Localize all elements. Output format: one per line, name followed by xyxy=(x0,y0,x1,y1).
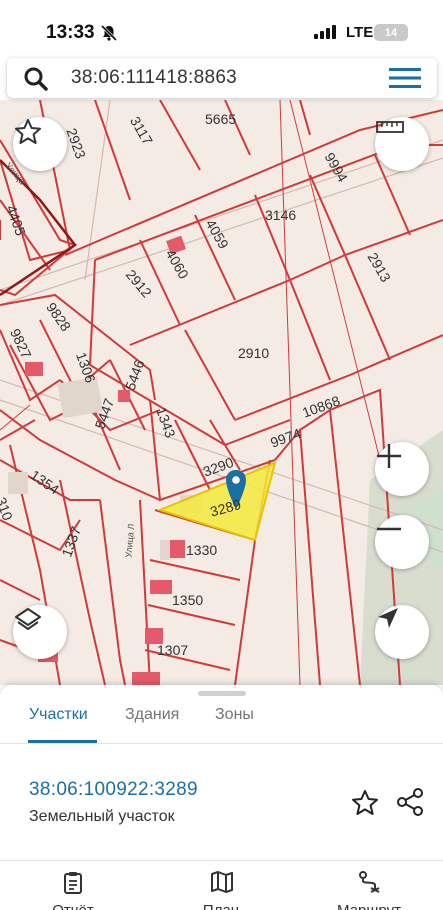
signal-icon xyxy=(314,25,338,44)
search-bar[interactable]: 38:06:111418:8863 xyxy=(7,58,437,98)
status-bar: 13:33 LTE 14 xyxy=(0,0,443,60)
bottom-sheet: Участки Здания Зоны 38:06:100922:3289 Зе… xyxy=(0,685,443,910)
tab-buildings[interactable]: Здания xyxy=(125,706,179,724)
parcel-cadastral-number[interactable]: 38:06:100922:3289 xyxy=(29,779,198,801)
navigation-arrow-icon xyxy=(378,608,398,628)
search-input[interactable]: 38:06:111418:8863 xyxy=(71,67,237,89)
zoom-in-button[interactable] xyxy=(375,442,429,496)
parcel-label: 2910 xyxy=(238,345,269,361)
nav-report-label: Отчёт xyxy=(28,902,118,910)
ruler-icon xyxy=(376,121,404,133)
zoom-out-button[interactable] xyxy=(375,515,429,569)
map-plan-icon xyxy=(211,871,233,893)
tab-zones[interactable]: Зоны xyxy=(215,706,254,724)
my-location-button[interactable] xyxy=(375,605,429,659)
nav-route-label: Маршрут xyxy=(324,902,414,910)
divider xyxy=(0,860,443,861)
hamburger-menu-icon[interactable] xyxy=(389,67,421,89)
star-outline-icon xyxy=(15,119,41,144)
search-icon[interactable] xyxy=(23,66,49,97)
divider xyxy=(0,743,443,744)
parcel-label: 1350 xyxy=(172,592,203,608)
parcel-label: 3146 xyxy=(265,207,296,223)
parcel-type: Земельный участок xyxy=(29,808,175,825)
layers-icon xyxy=(15,608,41,630)
layers-button[interactable] xyxy=(13,605,67,659)
status-time: 13:33 xyxy=(46,22,95,43)
star-outline-icon[interactable] xyxy=(350,789,380,822)
route-icon xyxy=(359,871,380,893)
share-icon[interactable] xyxy=(395,787,425,822)
nav-plan-label: План xyxy=(176,902,266,910)
tab-parcels[interactable]: Участки xyxy=(29,706,88,724)
parcel-label: 1307 xyxy=(157,642,188,658)
report-icon xyxy=(64,872,82,894)
bell-muted-icon xyxy=(100,24,118,47)
map-canvas[interactable]: 3117 5665 2923 4405 9994 3146 4059 4060 … xyxy=(0,100,443,685)
ruler-button[interactable] xyxy=(375,117,429,171)
network-type: LTE xyxy=(346,24,374,41)
plus-icon xyxy=(377,444,401,468)
cadastral-map[interactable]: 3117 5665 2923 4405 9994 3146 4059 4060 … xyxy=(0,100,443,685)
parcel-label: 5665 xyxy=(205,111,236,127)
favorite-map-button[interactable] xyxy=(13,117,67,171)
parcel-label: 1330 xyxy=(186,542,217,558)
sheet-handle[interactable] xyxy=(198,691,246,696)
battery-icon: 14 xyxy=(374,24,408,41)
minus-icon xyxy=(377,527,401,531)
